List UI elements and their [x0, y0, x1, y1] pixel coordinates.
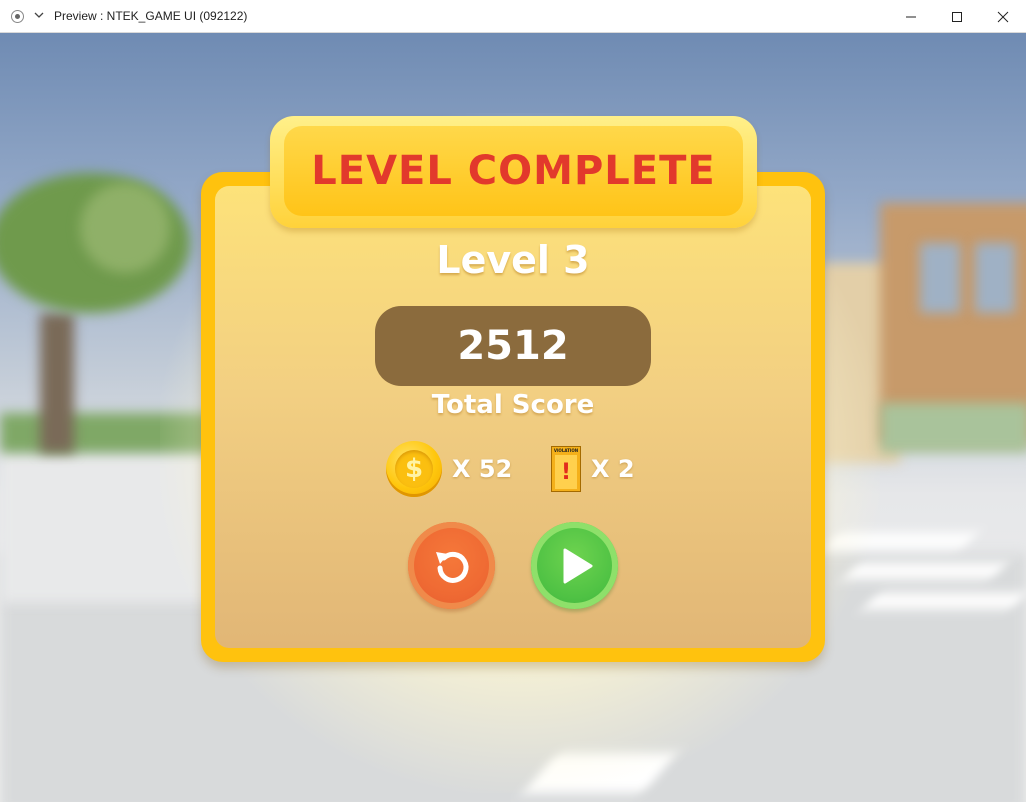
level-complete-title: LEVEL COMPLETE — [311, 148, 716, 194]
level-label: Level 3 — [436, 238, 590, 282]
crosswalk-stripe — [863, 593, 1026, 609]
coin-counter: $ X 52 — [386, 440, 512, 498]
restart-icon — [435, 551, 468, 583]
maximize-icon — [952, 12, 962, 22]
violation-count: X 2 — [591, 455, 635, 483]
chevron-down-icon[interactable] — [33, 8, 45, 22]
violation-card-icon: VIOLATION ! — [551, 446, 581, 492]
title-banner: LEVEL COMPLETE — [270, 116, 757, 228]
title-banner-inner: LEVEL COMPLETE — [284, 126, 743, 216]
close-button[interactable] — [980, 0, 1026, 33]
maximize-button[interactable] — [934, 0, 980, 33]
close-icon — [997, 11, 1009, 23]
next-level-button[interactable] — [531, 522, 618, 609]
record-icon[interactable] — [11, 10, 24, 23]
score-box: 2512 — [375, 306, 651, 386]
tree-trunk — [40, 313, 74, 453]
minimize-icon — [906, 16, 916, 18]
violation-symbol: ! — [555, 455, 577, 489]
coin-symbol: $ — [395, 450, 433, 488]
coin-icon: $ — [386, 441, 442, 497]
window-title: Preview : NTEK_GAME UI (092122) — [54, 9, 248, 23]
violation-card-label: VIOLATION — [553, 448, 579, 453]
violation-counter: VIOLATION ! X 2 — [551, 446, 635, 492]
retry-button[interactable] — [408, 522, 495, 609]
play-icon — [563, 548, 592, 583]
total-score-label: Total Score — [431, 390, 595, 420]
coin-count: X 52 — [452, 455, 513, 483]
minimize-button[interactable] — [888, 0, 934, 33]
window-titlebar: Preview : NTEK_GAME UI (092122) — [0, 0, 1026, 33]
score-value: 2512 — [457, 323, 569, 369]
